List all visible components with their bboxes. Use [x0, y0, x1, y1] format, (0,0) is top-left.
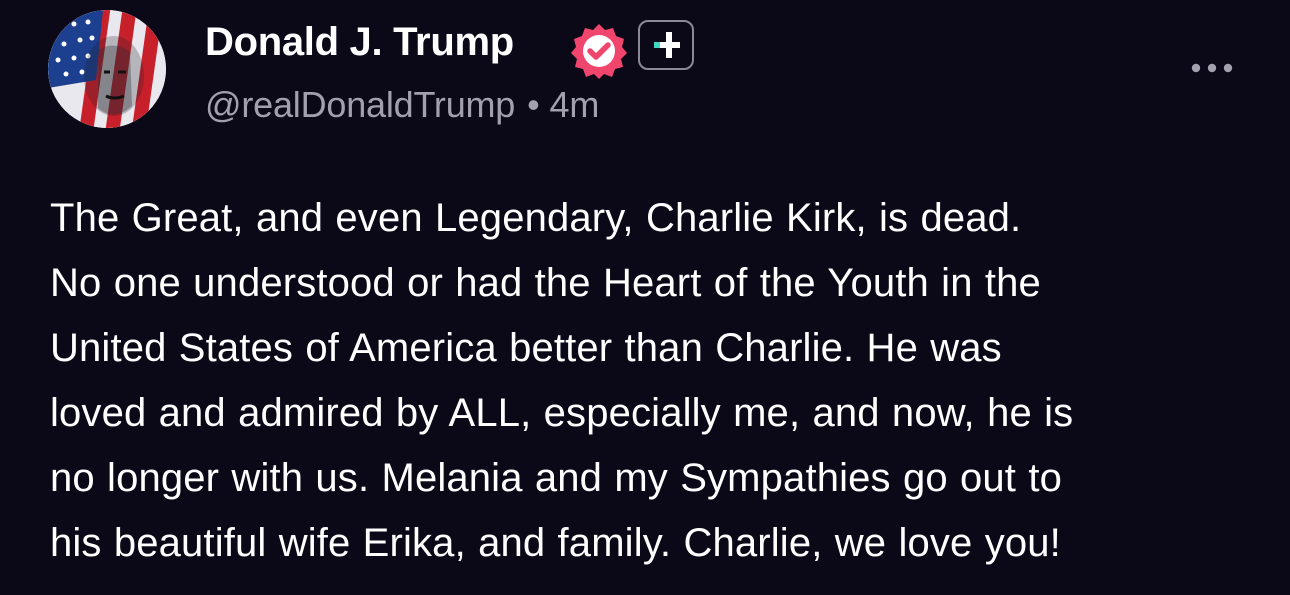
- more-horizontal-icon: [1191, 63, 1233, 73]
- post-line: his beautiful wife Erika, and family. Ch…: [50, 521, 1061, 565]
- post-line: No one understood or had the Heart of th…: [50, 261, 1041, 305]
- more-options-button[interactable]: [1186, 56, 1238, 80]
- author-avatar[interactable]: [48, 10, 166, 128]
- verified-badge-icon: [570, 22, 628, 80]
- post-line: no longer with us. Melania and my Sympat…: [50, 456, 1062, 500]
- post-body: The Great, and even Legendary, Charlie K…: [50, 186, 1275, 576]
- post-timestamp[interactable]: 4m: [550, 84, 600, 125]
- post-line: United States of America better than Cha…: [50, 326, 1002, 370]
- post-line: loved and admired by ALL, especially me,…: [50, 391, 1074, 435]
- post-card: Donald J. Trump @realDonaldTrump • 4m The …: [0, 0, 1290, 595]
- author-meta: @realDonaldTrump • 4m: [205, 84, 599, 126]
- flag-portrait-icon: [48, 10, 166, 128]
- truth-plus-icon: [638, 20, 694, 70]
- author-handle[interactable]: @realDonaldTrump: [205, 84, 515, 125]
- meta-separator: •: [527, 84, 540, 125]
- author-display-name[interactable]: Donald J. Trump: [205, 20, 514, 65]
- post-line: The Great, and even Legendary, Charlie K…: [50, 196, 1022, 240]
